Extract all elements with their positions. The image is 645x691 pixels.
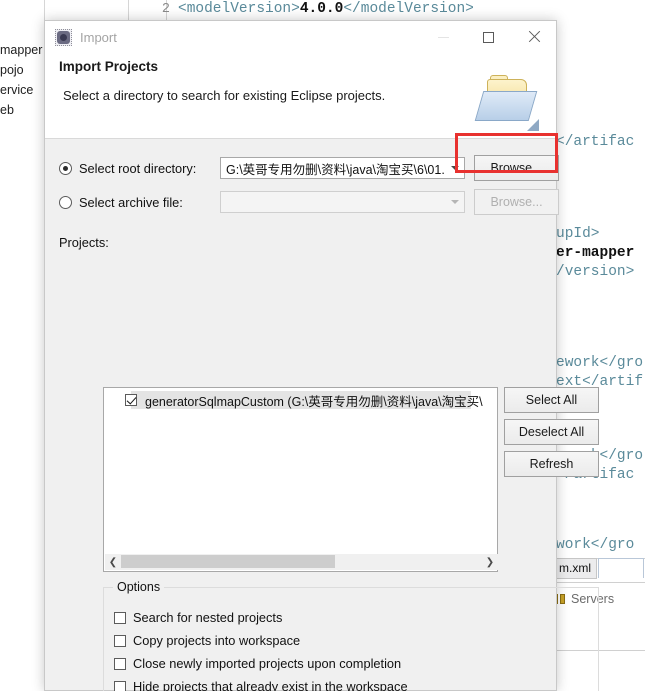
chevron-down-icon [451, 166, 459, 170]
horizontal-scrollbar[interactable]: ❮ ❯ [105, 554, 498, 570]
root-directory-row: Select root directory: G:\英哥专用勿删\资料\java… [59, 153, 559, 183]
chevron-down-icon-archive [451, 200, 459, 204]
views-divider [556, 582, 645, 583]
root-directory-combo[interactable]: G:\英哥专用勿删\资料\java\淘宝买\6\01. [220, 157, 465, 179]
list-item-label: generatorSqlmapCustom (G:\英哥专用勿删\资料\java… [145, 394, 483, 409]
radio-select-root-directory[interactable] [59, 161, 72, 175]
window-buttons [421, 21, 556, 53]
minimize-icon[interactable] [421, 21, 466, 53]
radio-select-archive-file[interactable] [59, 195, 72, 209]
deselect-all-button[interactable]: Deselect All [504, 419, 599, 445]
line-number: 2 [161, 2, 170, 17]
list-item-checkbox[interactable] [125, 394, 137, 406]
scroll-right-icon[interactable]: ❯ [482, 554, 498, 570]
editor-tabstrip: m.xml [553, 558, 645, 580]
dialog-body: Select root directory: G:\英哥专用勿删\资料\java… [45, 153, 599, 691]
dialog-title: Import [80, 29, 117, 45]
option-search-nested[interactable]: Search for nested projects [114, 610, 282, 625]
projects-label: Projects: [59, 235, 109, 250]
browse-root-button[interactable]: Browse... [474, 155, 559, 181]
root-directory-label: Select root directory: [79, 160, 197, 176]
option-hide-existing[interactable]: Hide projects that already exist in the … [114, 679, 408, 691]
archive-file-combo [220, 191, 465, 213]
import-dialog: Import Import Projects Select a director… [44, 20, 599, 691]
code-fragment-1: </artifac [556, 134, 635, 150]
tree-label-pojo: pojo [0, 63, 24, 77]
scrollbar-track[interactable] [121, 554, 482, 570]
scrollbar-thumb[interactable] [121, 555, 335, 568]
archive-file-row: Select archive file: Browse... [59, 187, 559, 217]
list-item[interactable]: generatorSqlmapCustom (G:\英哥专用勿删\资料\java… [105, 389, 498, 411]
import-gear-icon [55, 28, 72, 46]
code-line-2: <modelVersion>4.0.0</modelVersion> [178, 1, 474, 17]
dialog-header: Import Projects Select a directory to se… [45, 53, 556, 139]
tree-label-web: eb [0, 103, 14, 117]
code-fragment-5: ework</gro [556, 355, 644, 371]
option-copy-projects[interactable]: Copy projects into workspace [114, 633, 300, 648]
projects-listbox[interactable]: generatorSqlmapCustom (G:\英哥专用勿删\资料\java… [103, 387, 498, 572]
code-fragment-9: work</gro [556, 537, 635, 553]
folder-import-icon [474, 75, 543, 131]
checkbox-hide-existing[interactable] [114, 680, 126, 691]
checkbox-copy-projects[interactable] [114, 634, 126, 647]
tab-pom-xml[interactable]: m.xml [553, 558, 597, 579]
screen: 2 <modelVersion>4.0.0</modelVersion> map… [0, 0, 645, 691]
options-group: Options Search for nested projects Copy … [103, 580, 599, 691]
tab-next-area[interactable] [598, 558, 644, 578]
archive-file-label: Select archive file: [79, 194, 183, 210]
tree-label-service: ervice [0, 83, 34, 97]
option-label-hide-existing: Hide projects that already exist in the … [133, 679, 408, 691]
close-icon[interactable] [511, 21, 556, 53]
checkbox-search-nested[interactable] [114, 611, 126, 624]
tree-label-mapper: mapper [0, 43, 43, 57]
code-fragment-3: er-mapper [556, 245, 635, 261]
scroll-left-icon[interactable]: ❮ [105, 554, 121, 570]
code-fragment-4: /version> [556, 264, 635, 280]
page-title: Import Projects [59, 59, 159, 74]
maximize-icon[interactable] [466, 21, 511, 53]
option-close-imported[interactable]: Close newly imported projects upon compl… [114, 656, 401, 671]
browse-archive-button: Browse... [474, 189, 559, 215]
select-all-button[interactable]: Select All [504, 387, 599, 413]
editor-divider [128, 0, 129, 20]
dialog-titlebar[interactable]: Import [45, 21, 556, 53]
option-label-close-imported: Close newly imported projects upon compl… [133, 656, 402, 671]
option-label-search-nested: Search for nested projects [133, 610, 283, 625]
root-directory-value: G:\英哥专用勿删\资料\java\淘宝买\6\01. [226, 162, 445, 177]
option-label-copy-projects: Copy projects into workspace [133, 633, 301, 648]
refresh-button[interactable]: Refresh [504, 451, 599, 477]
code-fragment-2: upId> [556, 226, 600, 242]
options-group-title: Options [113, 580, 165, 594]
checkbox-close-imported[interactable] [114, 657, 126, 670]
project-tree-labels: mapper pojo ervice eb [0, 40, 46, 120]
